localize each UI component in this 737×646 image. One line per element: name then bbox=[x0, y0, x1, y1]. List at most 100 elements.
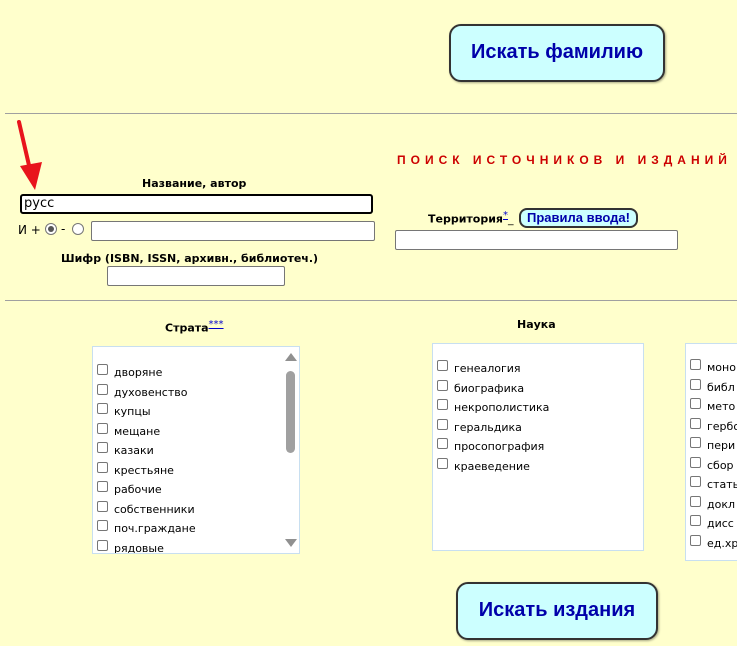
checkbox-label: генеалогия bbox=[454, 362, 521, 375]
checkbox[interactable] bbox=[97, 461, 108, 473]
checkbox-item[interactable]: рабочие bbox=[97, 480, 162, 499]
scroll-thumb[interactable] bbox=[286, 371, 295, 453]
checkbox-item[interactable]: дисс bbox=[690, 514, 734, 533]
checkbox-item[interactable]: просопография bbox=[437, 437, 544, 456]
science-list[interactable]: генеалогия биографика некрополистика гераль… bbox=[432, 343, 644, 551]
strata-label: Страта bbox=[165, 321, 209, 335]
checkbox[interactable] bbox=[97, 383, 108, 395]
checkbox[interactable] bbox=[690, 398, 701, 409]
title-author-extra-input[interactable] bbox=[91, 221, 375, 241]
checkbox[interactable] bbox=[690, 417, 701, 429]
checkbox-item[interactable]: гербо bbox=[690, 417, 737, 436]
checkbox[interactable] bbox=[437, 360, 448, 371]
checkbox-label: казаки bbox=[114, 444, 154, 457]
checkbox-item[interactable]: поч.граждане bbox=[97, 519, 196, 538]
checkbox-label: мето bbox=[707, 400, 736, 413]
checkbox-item[interactable]: докл bbox=[690, 495, 735, 514]
checkbox-item[interactable]: духовенство bbox=[97, 383, 187, 402]
checkbox[interactable] bbox=[97, 422, 108, 434]
checkbox-label: просопография bbox=[454, 440, 545, 453]
checkbox-item[interactable]: собственники bbox=[97, 500, 195, 519]
checkbox[interactable] bbox=[690, 515, 701, 526]
checkbox[interactable] bbox=[97, 539, 108, 551]
checkbox-item[interactable]: биографика bbox=[437, 379, 524, 398]
strata-help-link[interactable]: *** bbox=[209, 319, 224, 330]
divider-middle bbox=[5, 300, 737, 301]
page-heading: ПОИСК ИСТОЧНИКОВ И ИЗДАНИЙ bbox=[397, 153, 732, 167]
scroll-up-arrow-icon[interactable] bbox=[285, 353, 297, 361]
checkbox-label: моно bbox=[707, 361, 736, 374]
territory-label: Территория bbox=[428, 212, 503, 226]
checkbox[interactable] bbox=[437, 399, 448, 410]
checkbox[interactable] bbox=[97, 520, 108, 531]
checkbox-label: дворяне bbox=[114, 366, 163, 379]
types-list[interactable]: моно библ мето гербо пери сбор стать докл дисс ед… bbox=[685, 343, 737, 561]
checkbox-item[interactable]: генеалогия bbox=[437, 359, 521, 378]
checkbox[interactable] bbox=[97, 403, 108, 414]
search-surname-button[interactable]: Искать фамилию bbox=[449, 24, 665, 82]
checkbox-item[interactable]: геральдика bbox=[437, 418, 522, 437]
cipher-input[interactable] bbox=[107, 266, 285, 286]
checkbox[interactable] bbox=[97, 364, 108, 375]
checkbox[interactable] bbox=[437, 457, 448, 469]
and-radio[interactable] bbox=[45, 223, 57, 235]
checkbox-item[interactable]: библ bbox=[690, 378, 735, 397]
divider-top bbox=[5, 113, 737, 114]
checkbox[interactable] bbox=[690, 476, 701, 487]
checkbox-item[interactable]: ед.хр bbox=[690, 534, 737, 553]
minus-radio[interactable] bbox=[72, 223, 84, 235]
checkbox[interactable] bbox=[690, 378, 701, 390]
strata-list[interactable]: дворяне духовенство купцы мещане казаки крест… bbox=[92, 346, 300, 554]
checkbox[interactable] bbox=[437, 418, 448, 430]
checkbox-item[interactable]: купцы bbox=[97, 402, 151, 421]
checkbox-item[interactable]: мещане bbox=[97, 422, 160, 441]
checkbox-item[interactable]: мето bbox=[690, 397, 735, 416]
checkbox-label: духовенство bbox=[114, 385, 188, 399]
territory-label-group: Территория*_ bbox=[428, 210, 514, 226]
checkbox-label: стать bbox=[707, 478, 737, 491]
checkbox-item[interactable]: сбор bbox=[690, 456, 734, 475]
checkbox-item[interactable]: крестьяне bbox=[97, 461, 174, 480]
checkbox-label: ед.хр bbox=[707, 536, 737, 550]
checkbox-item[interactable]: рядовые bbox=[97, 539, 164, 553]
checkbox[interactable] bbox=[690, 534, 701, 546]
checkbox[interactable] bbox=[690, 495, 701, 507]
checkbox[interactable] bbox=[690, 456, 701, 468]
checkbox-item[interactable]: пери bbox=[690, 436, 735, 455]
input-rules-button[interactable]: Правила ввода! bbox=[519, 208, 638, 228]
checkbox-item[interactable]: некрополистика bbox=[437, 398, 549, 417]
territory-link-suffix: _ bbox=[508, 212, 514, 226]
checkbox-label: некрополистика bbox=[454, 401, 550, 414]
checkbox-label: крестьяне bbox=[114, 463, 174, 477]
checkbox[interactable] bbox=[97, 481, 108, 492]
checkbox[interactable] bbox=[97, 442, 108, 453]
minus-label: - bbox=[61, 222, 66, 236]
checkbox-item[interactable]: дворяне bbox=[97, 363, 162, 382]
checkbox-label: мещане bbox=[114, 424, 161, 438]
territory-input[interactable] bbox=[395, 230, 678, 250]
strata-scrollbar[interactable] bbox=[282, 347, 299, 553]
checkbox[interactable] bbox=[437, 379, 448, 391]
checkbox-label: поч.граждане bbox=[114, 522, 196, 535]
and-label: И + bbox=[18, 223, 41, 237]
scroll-down-arrow-icon[interactable] bbox=[285, 539, 297, 547]
strata-label-group: Страта*** bbox=[165, 319, 224, 335]
checkbox[interactable] bbox=[690, 437, 701, 448]
checkbox-item[interactable]: моно bbox=[690, 358, 736, 377]
title-author-input[interactable]: русс bbox=[20, 194, 373, 214]
checkbox-label: гербо bbox=[707, 419, 737, 433]
checkbox-label: биографика bbox=[454, 381, 525, 395]
title-author-label: Название, автор bbox=[142, 177, 247, 190]
checkbox-label: собственники bbox=[114, 502, 195, 516]
checkbox-item[interactable]: краеведение bbox=[437, 457, 530, 476]
checkbox-item[interactable]: стать bbox=[690, 475, 737, 494]
checkbox-label: библ bbox=[707, 380, 735, 394]
science-label: Наука bbox=[517, 318, 556, 331]
checkbox[interactable] bbox=[690, 359, 701, 370]
checkbox-item[interactable]: казаки bbox=[97, 441, 154, 460]
checkbox[interactable] bbox=[97, 500, 108, 512]
checkbox-label: краеведение bbox=[454, 459, 530, 473]
search-editions-button[interactable]: Искать издания bbox=[456, 582, 658, 640]
checkbox[interactable] bbox=[437, 438, 448, 449]
checkbox-label: купцы bbox=[114, 405, 151, 418]
